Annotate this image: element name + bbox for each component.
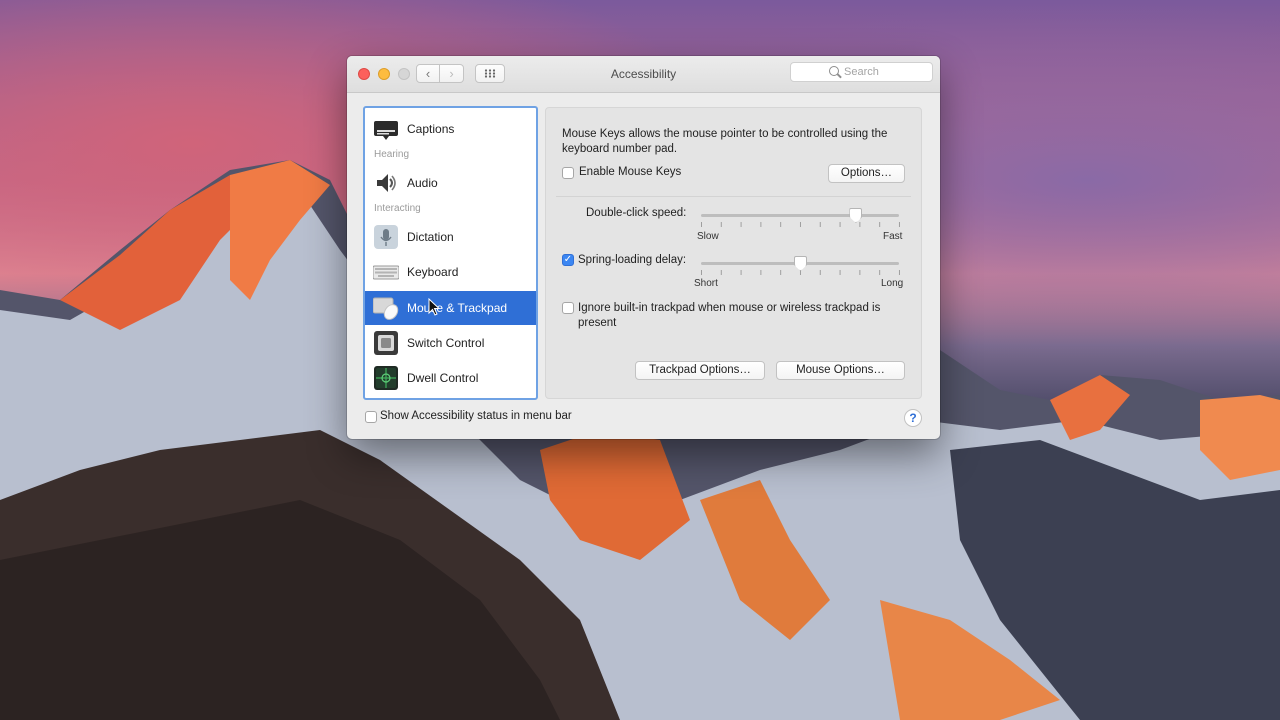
trackpad-options-button[interactable]: Trackpad Options… xyxy=(635,361,765,380)
mouse-trackpad-icon xyxy=(373,297,399,320)
slider-thumb[interactable] xyxy=(849,208,863,223)
ignore-trackpad-checkbox[interactable] xyxy=(562,302,574,314)
sidebar-item-label: Captions xyxy=(407,122,455,136)
show-status-menu-bar-label: Show Accessibility status in menu bar xyxy=(380,410,572,422)
slider-max-label: Fast xyxy=(883,231,903,242)
search-input[interactable] xyxy=(844,65,929,79)
mouse-options-button[interactable]: Mouse Options… xyxy=(776,361,905,380)
title-bar[interactable]: ‹ › Accessibility xyxy=(347,56,940,93)
ignore-trackpad-label: Ignore built-in trackpad when mouse or w… xyxy=(578,302,881,329)
mouse-pointer-icon xyxy=(428,298,441,316)
enable-mouse-keys-label: Enable Mouse Keys xyxy=(579,166,682,178)
captions-icon xyxy=(374,121,398,140)
slider-min-label: Slow xyxy=(697,231,719,242)
spring-loading-checkbox[interactable]: ✓ xyxy=(562,254,574,266)
mouse-trackpad-panel: Mouse Keys allows the mouse pointer to b… xyxy=(545,107,922,399)
sidebar-item-audio[interactable]: Audio xyxy=(365,166,536,200)
slider-min-label: Short xyxy=(694,278,718,289)
sidebar-item-label: Dwell Control xyxy=(407,371,479,385)
enable-mouse-keys-checkbox[interactable] xyxy=(562,167,574,179)
show-status-menu-bar-checkbox[interactable] xyxy=(365,411,377,423)
switch-control-icon xyxy=(374,331,398,355)
slider-ticks xyxy=(701,270,901,275)
slider-thumb[interactable] xyxy=(794,256,807,271)
spring-loading-delay-label: Spring-loading delay: xyxy=(578,254,687,266)
accessibility-window: ‹ › Accessibility Captions Hearing xyxy=(347,56,940,439)
section-header-interacting: Interacting xyxy=(374,203,421,214)
mouse-keys-description: Mouse Keys allows the mouse pointer to b… xyxy=(562,128,888,155)
double-click-speed-label: Double-click speed: xyxy=(586,207,687,219)
section-header-hearing: Hearing xyxy=(374,149,410,160)
sidebar-item-switch-control[interactable]: Switch Control xyxy=(365,326,536,360)
keyboard-icon xyxy=(373,265,399,280)
sidebar-item-label: Switch Control xyxy=(407,336,485,350)
speaker-icon xyxy=(377,174,396,192)
sidebar-item-captions[interactable]: Captions xyxy=(365,112,536,146)
sidebar-item-keyboard[interactable]: Keyboard xyxy=(365,255,536,289)
sidebar-item-label: Mouse & Trackpad xyxy=(407,301,508,315)
mouse-keys-options-button[interactable]: Options… xyxy=(828,164,905,183)
slider-max-label: Long xyxy=(881,278,904,289)
sidebar-item-mouse-trackpad[interactable]: Mouse & Trackpad xyxy=(365,291,536,325)
search-icon xyxy=(829,66,839,76)
sidebar-item-label: Keyboard xyxy=(407,265,459,279)
slider-track xyxy=(701,214,899,217)
sidebar-item-dwell-control[interactable]: Dwell Control xyxy=(365,361,536,395)
category-sidebar[interactable]: Captions Hearing Audio Interacting Dicta… xyxy=(363,106,538,400)
help-button[interactable]: ? xyxy=(904,409,922,427)
sidebar-item-label: Audio xyxy=(407,176,438,190)
search-field[interactable] xyxy=(790,62,933,82)
dwell-control-icon xyxy=(374,366,398,390)
microphone-icon xyxy=(374,225,398,249)
sidebar-item-dictation[interactable]: Dictation xyxy=(365,220,536,254)
slider-ticks xyxy=(701,222,901,227)
sidebar-item-label: Dictation xyxy=(407,230,454,244)
section-divider xyxy=(556,196,911,197)
